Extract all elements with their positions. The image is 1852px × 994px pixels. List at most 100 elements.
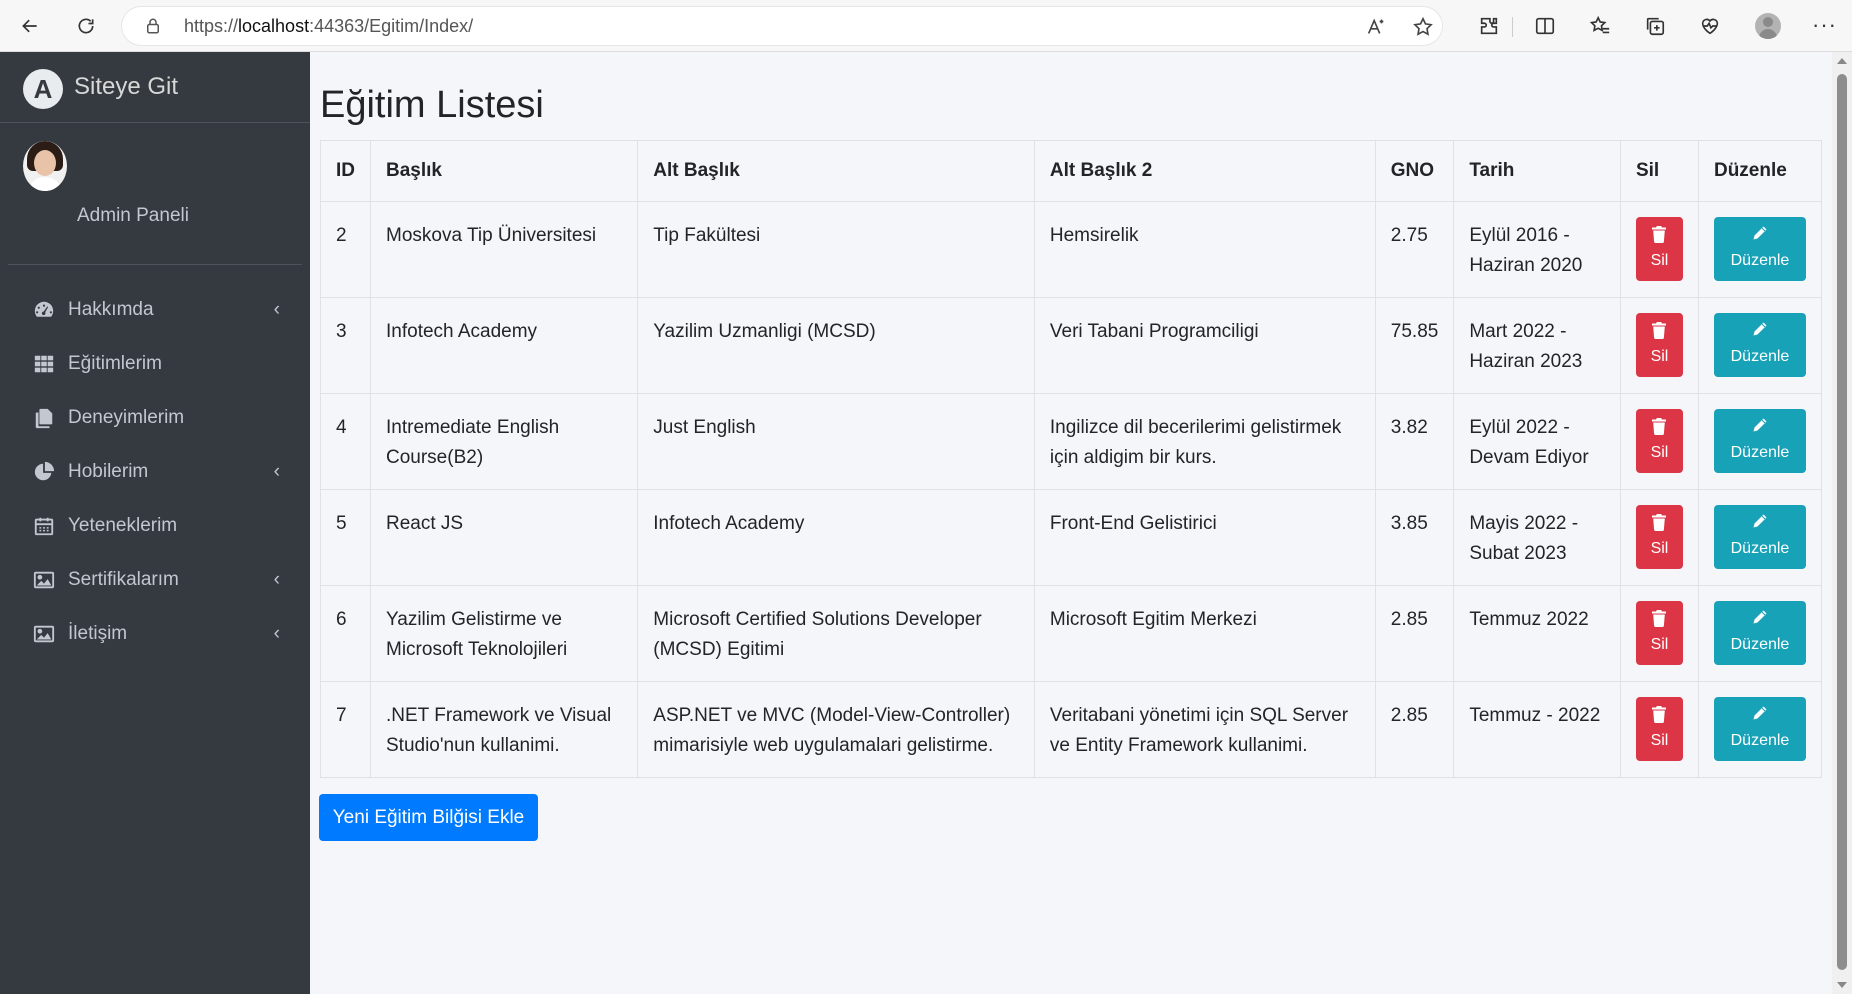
brand-logo-icon: A xyxy=(23,69,63,109)
cell-baslik: Intremediate English Course(B2) xyxy=(369,393,639,490)
browser-essentials-icon[interactable] xyxy=(1698,14,1722,38)
split-screen-icon[interactable] xyxy=(1533,14,1557,38)
delete-button-label: Sil xyxy=(1650,732,1669,749)
sidebar-item-label: İletişim xyxy=(68,623,128,644)
delete-button[interactable]: Sil xyxy=(1635,217,1683,281)
copy-icon xyxy=(32,406,56,430)
delete-button-label: Sil xyxy=(1650,252,1669,269)
scroll-up-arrow-icon[interactable] xyxy=(1837,58,1847,64)
edit-button[interactable]: Düzenle xyxy=(1713,409,1806,473)
cell-baslik: Yazilim Gelistirme ve Microsoft Teknoloj… xyxy=(369,585,639,682)
add-education-button[interactable]: Yeni Eğitim Bilğisi Ekle xyxy=(319,794,538,841)
pencil-icon xyxy=(1714,417,1806,435)
pencil-icon xyxy=(1714,609,1806,627)
brand-link[interactable]: A Siteye Git xyxy=(0,52,310,123)
pencil-icon xyxy=(1714,705,1806,723)
cell-tarih: Temmuz 2022 xyxy=(1453,585,1621,682)
column-header-gno: GNO xyxy=(1374,140,1455,202)
favorite-star-icon[interactable] xyxy=(1412,16,1434,38)
delete-button[interactable]: Sil xyxy=(1635,505,1683,569)
read-aloud-icon[interactable] xyxy=(1365,16,1387,38)
toolbar-divider xyxy=(1512,17,1513,37)
favorites-icon[interactable] xyxy=(1588,14,1612,38)
cell-alt-baslik-2: Front-End Gelistirici xyxy=(1033,489,1376,586)
address-bar[interactable]: https://localhost:44363/Egitim/Index/ xyxy=(122,7,1442,45)
extensions-icon[interactable] xyxy=(1477,14,1501,38)
sidebar-item-deneyimlerim[interactable]: Deneyimlerim xyxy=(8,394,302,442)
profile-avatar-icon[interactable] xyxy=(1755,13,1781,39)
cell-alt-baslik-2: Veritabani yönetimi için SQL Server ve E… xyxy=(1033,681,1376,778)
scroll-down-arrow-icon[interactable] xyxy=(1837,982,1847,988)
cell-baslik: .NET Framework ve Visual Studio'nun kull… xyxy=(369,681,639,778)
chevron-left-icon: ‹ xyxy=(273,569,280,590)
cell-id: 2 xyxy=(320,201,371,298)
delete-button-label: Sil xyxy=(1650,636,1669,653)
chevron-left-icon: ‹ xyxy=(273,299,280,320)
cell-gno: 3.82 xyxy=(1374,393,1455,490)
cell-id: 4 xyxy=(320,393,371,490)
content-wrapper: Eğitim Listesi ID Başlık Alt Başlık Alt … xyxy=(310,52,1832,994)
delete-button[interactable]: Sil xyxy=(1635,601,1683,665)
cell-gno: 3.85 xyxy=(1374,489,1455,586)
column-header-alt-baslik-2: Alt Başlık 2 xyxy=(1033,140,1376,202)
user-panel: Admin Paneli xyxy=(8,123,302,265)
sidebar-item-hakkimda[interactable]: Hakkımda ‹ xyxy=(8,286,302,334)
dashboard-icon xyxy=(32,298,56,322)
table-row: 4 Intremediate English Course(B2) Just Eng… xyxy=(320,393,1823,490)
cell-id: 5 xyxy=(320,489,371,586)
collections-icon[interactable] xyxy=(1643,14,1667,38)
back-arrow-icon[interactable] xyxy=(16,12,44,40)
cell-tarih: Mart 2022 - Haziran 2023 xyxy=(1453,297,1621,394)
sidebar-item-iletisim[interactable]: İletişim ‹ xyxy=(8,610,302,658)
more-options-icon[interactable]: ··· xyxy=(1812,12,1837,38)
cell-gno: 2.75 xyxy=(1374,201,1455,298)
trash-icon xyxy=(1636,225,1683,243)
edit-button[interactable]: Düzenle xyxy=(1713,697,1806,761)
cell-tarih: Temmuz - 2022 xyxy=(1453,681,1621,778)
cell-delete: Sil xyxy=(1619,297,1699,394)
trash-icon xyxy=(1636,513,1683,531)
page-scrollbar[interactable] xyxy=(1832,52,1852,994)
cell-alt-baslik-2: Hemsirelik xyxy=(1033,201,1376,298)
edit-button[interactable]: Düzenle xyxy=(1713,217,1806,281)
cell-baslik: Moskova Tip Üniversitesi xyxy=(369,201,639,298)
brand-text: Siteye Git xyxy=(74,73,179,100)
lock-icon xyxy=(147,18,159,34)
url-text: https://localhost:44363/Egitim/Index/ xyxy=(184,16,473,37)
edit-button-label: Düzenle xyxy=(1730,348,1790,365)
cell-edit: Düzenle xyxy=(1697,585,1823,682)
cell-alt-baslik: Tip Fakültesi xyxy=(637,201,1035,298)
trash-icon xyxy=(1636,321,1683,339)
sidebar-item-label: Hakkımda xyxy=(68,299,154,320)
delete-button[interactable]: Sil xyxy=(1635,313,1683,377)
cell-edit: Düzenle xyxy=(1697,297,1823,394)
edit-button[interactable]: Düzenle xyxy=(1713,313,1806,377)
table-row: 5 React JS Infotech Academy Front-End Gelis… xyxy=(320,489,1823,586)
cell-tarih: Mayis 2022 - Subat 2023 xyxy=(1453,489,1621,586)
pencil-icon xyxy=(1714,321,1806,339)
user-name-link[interactable]: Admin Paneli xyxy=(77,205,189,227)
sidebar-item-sertifikalarim[interactable]: Sertifikalarım ‹ xyxy=(8,556,302,604)
sidebar-item-yeteneklerim[interactable]: Yeteneklerim xyxy=(8,502,302,550)
column-header-sil: Sil xyxy=(1619,140,1699,202)
delete-button[interactable]: Sil xyxy=(1635,409,1683,473)
sidebar-item-hobilerim[interactable]: Hobilerim ‹ xyxy=(8,448,302,496)
edit-button-label: Düzenle xyxy=(1730,636,1790,653)
pencil-icon xyxy=(1714,225,1806,243)
cell-delete: Sil xyxy=(1619,201,1699,298)
delete-button[interactable]: Sil xyxy=(1635,697,1683,761)
edit-button[interactable]: Düzenle xyxy=(1713,505,1806,569)
cell-delete: Sil xyxy=(1619,489,1699,586)
reload-icon[interactable] xyxy=(72,12,100,40)
cell-delete: Sil xyxy=(1619,681,1699,778)
edit-button[interactable]: Düzenle xyxy=(1713,601,1806,665)
scroll-thumb[interactable] xyxy=(1837,74,1847,970)
cell-edit: Düzenle xyxy=(1697,201,1823,298)
page-title: Eğitim Listesi xyxy=(320,84,544,126)
cell-baslik: Infotech Academy xyxy=(369,297,639,394)
column-header-duzenle: Düzenle xyxy=(1697,140,1823,202)
cell-tarih: Eylül 2016 - Haziran 2020 xyxy=(1453,201,1621,298)
cell-edit: Düzenle xyxy=(1697,393,1823,490)
image-icon xyxy=(32,622,56,646)
sidebar-item-egitimlerim[interactable]: Eğitimlerim xyxy=(8,340,302,388)
